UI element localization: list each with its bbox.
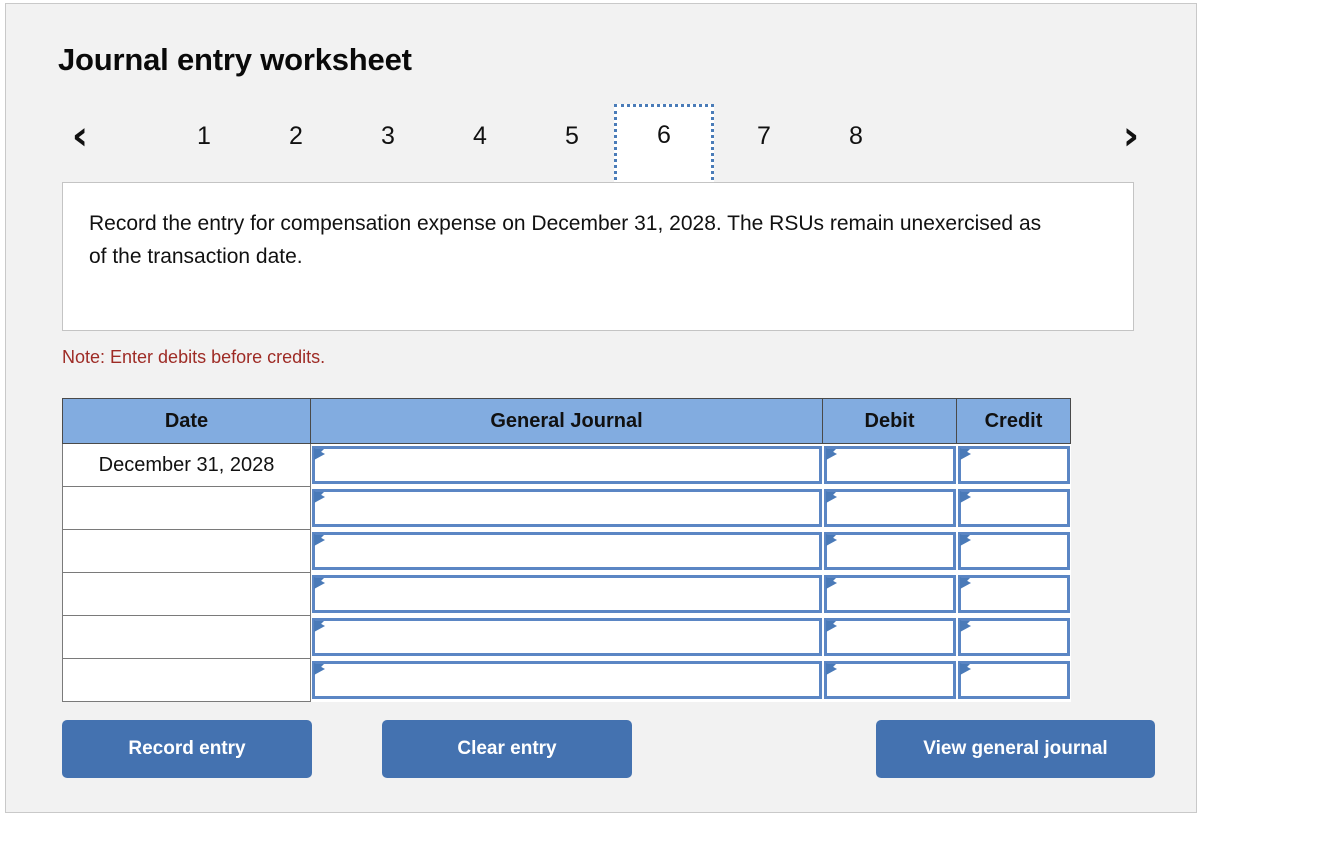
table-row: December 31, 2028 xyxy=(62,443,1071,487)
general-journal-cell xyxy=(310,529,823,573)
debit-cell xyxy=(822,486,957,530)
record-entry-button[interactable]: Record entry xyxy=(62,720,312,778)
date-cell[interactable] xyxy=(62,572,311,616)
date-cell[interactable]: December 31, 2028 xyxy=(62,443,311,487)
dropdown-marker-icon xyxy=(825,577,837,589)
general-journal-cell xyxy=(310,658,823,702)
date-cell[interactable] xyxy=(62,529,311,573)
credit-input[interactable] xyxy=(957,575,1070,613)
credit-cell xyxy=(956,443,1071,487)
dropdown-marker-icon xyxy=(825,448,837,461)
table-header-row: Date General Journal Debit Credit xyxy=(62,398,1071,444)
dropdown-marker-icon xyxy=(959,448,971,461)
credit-input[interactable] xyxy=(957,446,1070,485)
dropdown-marker-icon xyxy=(959,491,971,503)
pager: ‹ 1 2 3 4 5 6 7 8 › xyxy=(58,104,1153,186)
credit-cell xyxy=(956,572,1071,616)
table-row xyxy=(62,529,1071,573)
pager-tab-8[interactable]: 8 xyxy=(810,104,902,168)
chevron-right-icon[interactable]: › xyxy=(1109,104,1153,168)
general-journal-input[interactable] xyxy=(312,661,822,699)
credit-cell xyxy=(956,615,1071,659)
dropdown-marker-icon xyxy=(825,534,837,546)
dropdown-marker-icon xyxy=(825,620,837,632)
credit-cell xyxy=(956,486,1071,530)
chevron-left-icon[interactable]: ‹ xyxy=(58,104,102,168)
pager-tab-1[interactable]: 1 xyxy=(158,104,250,168)
pager-tab-5[interactable]: 5 xyxy=(526,104,618,168)
debit-cell xyxy=(822,529,957,573)
dropdown-marker-icon xyxy=(959,577,971,589)
pager-tab-6[interactable]: 6 xyxy=(614,104,714,186)
instruction-text: Record the entry for compensation expens… xyxy=(89,212,1042,268)
general-journal-cell xyxy=(310,443,823,487)
dropdown-marker-icon xyxy=(959,663,971,675)
view-general-journal-button[interactable]: View general journal xyxy=(876,720,1155,778)
instruction-box: Record the entry for compensation expens… xyxy=(62,182,1134,331)
pager-tab-2[interactable]: 2 xyxy=(250,104,342,168)
dropdown-marker-icon xyxy=(959,534,971,546)
debit-input[interactable] xyxy=(823,661,956,699)
dropdown-marker-icon xyxy=(825,663,837,675)
debit-input[interactable] xyxy=(823,575,956,613)
table-row xyxy=(62,615,1071,659)
credit-cell xyxy=(956,529,1071,573)
page-title: Journal entry worksheet xyxy=(58,42,412,77)
dropdown-marker-icon xyxy=(825,491,837,503)
credit-cell xyxy=(956,658,1071,702)
credit-input[interactable] xyxy=(957,532,1070,570)
pager-tab-7[interactable]: 7 xyxy=(718,104,810,168)
journal-entry-table: Date General Journal Debit Credit Decemb… xyxy=(62,398,1071,702)
general-journal-cell xyxy=(310,486,823,530)
date-cell[interactable] xyxy=(62,486,311,530)
debits-before-credits-note: Note: Enter debits before credits. xyxy=(62,347,326,367)
debit-cell xyxy=(822,443,957,487)
dropdown-marker-icon xyxy=(314,663,325,675)
dropdown-marker-icon xyxy=(314,577,325,589)
debit-cell xyxy=(822,658,957,702)
column-header-general-journal: General Journal xyxy=(310,398,823,444)
date-cell[interactable] xyxy=(62,615,311,659)
debit-input[interactable] xyxy=(823,489,956,527)
debit-input[interactable] xyxy=(823,532,956,570)
dropdown-marker-icon xyxy=(314,534,325,546)
table-row xyxy=(62,658,1071,702)
worksheet-panel: Journal entry worksheet ‹ 1 2 3 4 5 6 7 … xyxy=(5,3,1197,813)
dropdown-marker-icon xyxy=(314,448,325,461)
debit-cell xyxy=(822,572,957,616)
date-cell[interactable] xyxy=(62,658,311,702)
debit-input[interactable] xyxy=(823,446,956,485)
column-header-date: Date xyxy=(62,398,311,444)
general-journal-input[interactable] xyxy=(312,446,822,485)
general-journal-input[interactable] xyxy=(312,489,822,527)
dropdown-marker-icon xyxy=(314,491,325,503)
credit-input[interactable] xyxy=(957,661,1070,699)
general-journal-input[interactable] xyxy=(312,532,822,570)
pager-tab-4[interactable]: 4 xyxy=(434,104,526,168)
clear-entry-button[interactable]: Clear entry xyxy=(382,720,632,778)
debit-input[interactable] xyxy=(823,618,956,656)
dropdown-marker-icon xyxy=(314,620,325,632)
general-journal-input[interactable] xyxy=(312,618,822,656)
credit-input[interactable] xyxy=(957,489,1070,527)
pager-tab-3[interactable]: 3 xyxy=(342,104,434,168)
credit-input[interactable] xyxy=(957,618,1070,656)
general-journal-cell xyxy=(310,572,823,616)
table-row xyxy=(62,486,1071,530)
general-journal-input[interactable] xyxy=(312,575,822,613)
debit-cell xyxy=(822,615,957,659)
column-header-debit: Debit xyxy=(822,398,957,444)
dropdown-marker-icon xyxy=(959,620,971,632)
column-header-credit: Credit xyxy=(956,398,1071,444)
table-row xyxy=(62,572,1071,616)
general-journal-cell xyxy=(310,615,823,659)
